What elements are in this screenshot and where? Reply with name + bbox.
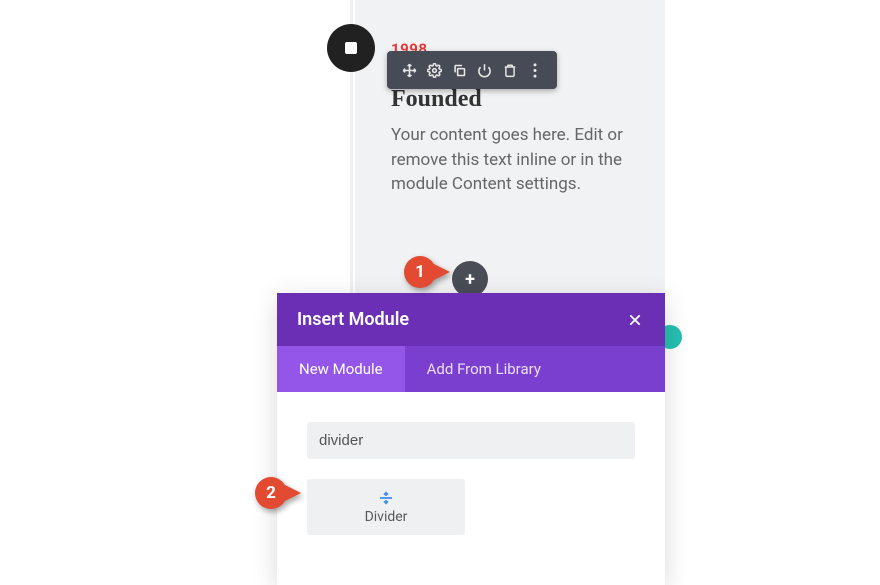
delete-icon[interactable] (501, 61, 519, 79)
more-icon[interactable] (526, 61, 544, 79)
callout-number: 1 (415, 262, 425, 282)
modal-header: Insert Module (277, 293, 665, 346)
module-tile-divider[interactable]: Divider (307, 479, 465, 535)
search-input[interactable] (307, 422, 635, 459)
plus-icon: + (465, 269, 475, 290)
modal-title: Insert Module (297, 309, 409, 330)
module-toolbar (387, 51, 557, 89)
module-tile-label: Divider (315, 509, 457, 525)
divider-icon (315, 491, 457, 505)
move-icon[interactable] (401, 61, 419, 79)
modal-tabs: New Module Add From Library (277, 346, 665, 392)
module-body-text: Your content goes here. Edit or remove t… (391, 123, 625, 197)
module-heading: Founded (391, 86, 625, 113)
content-module[interactable]: 1998 Founded Your content goes here. Edi… (355, 0, 665, 296)
timeline-marker (327, 24, 375, 72)
power-icon[interactable] (476, 61, 494, 79)
settings-icon[interactable] (426, 61, 444, 79)
callout-number: 2 (266, 483, 276, 503)
annotation-callout-2: 2 (255, 477, 301, 509)
insert-module-modal: Insert Module New Module Add From Librar… (277, 293, 665, 585)
modal-body: Divider (277, 392, 665, 585)
tab-new-module[interactable]: New Module (277, 346, 405, 392)
tab-add-from-library[interactable]: Add From Library (405, 346, 563, 392)
annotation-callout-1: 1 (404, 256, 450, 288)
add-module-button[interactable]: + (452, 261, 488, 297)
duplicate-icon[interactable] (451, 61, 469, 79)
close-icon[interactable] (625, 310, 645, 330)
